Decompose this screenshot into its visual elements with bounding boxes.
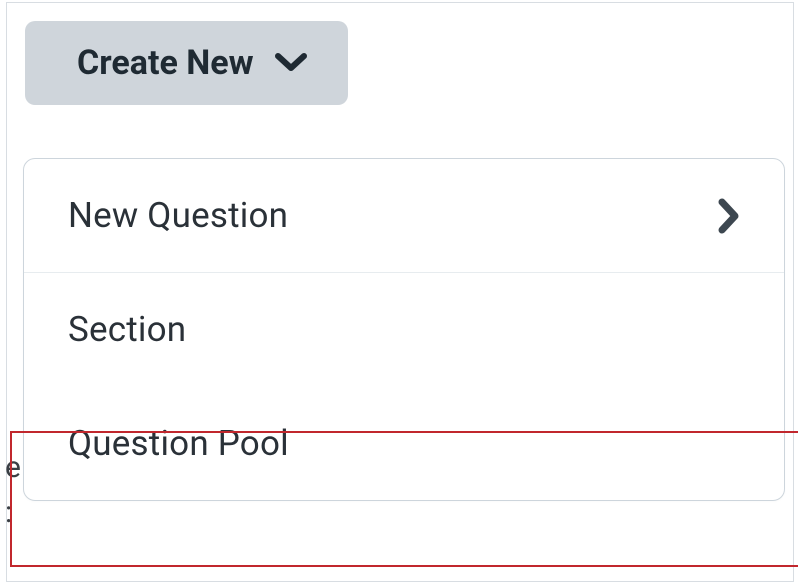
create-new-label: Create New	[77, 43, 254, 83]
menu-item-question-pool[interactable]: Question Pool	[24, 386, 784, 500]
chevron-right-icon	[718, 198, 740, 234]
background-text-fragment: :	[5, 498, 12, 528]
menu-item-label: Question Pool	[68, 423, 289, 464]
menu-item-label: New Question	[68, 195, 288, 236]
background-text-fragment: e	[5, 453, 21, 483]
app-frame: e : Create New New Question Section Ques…	[6, 2, 794, 582]
create-new-dropdown: New Question Section Question Pool	[23, 158, 785, 501]
menu-item-label: Section	[68, 309, 186, 350]
chevron-down-icon	[274, 52, 308, 74]
create-new-button[interactable]: Create New	[25, 21, 348, 105]
menu-item-new-question[interactable]: New Question	[24, 159, 784, 272]
menu-item-section[interactable]: Section	[24, 272, 784, 386]
